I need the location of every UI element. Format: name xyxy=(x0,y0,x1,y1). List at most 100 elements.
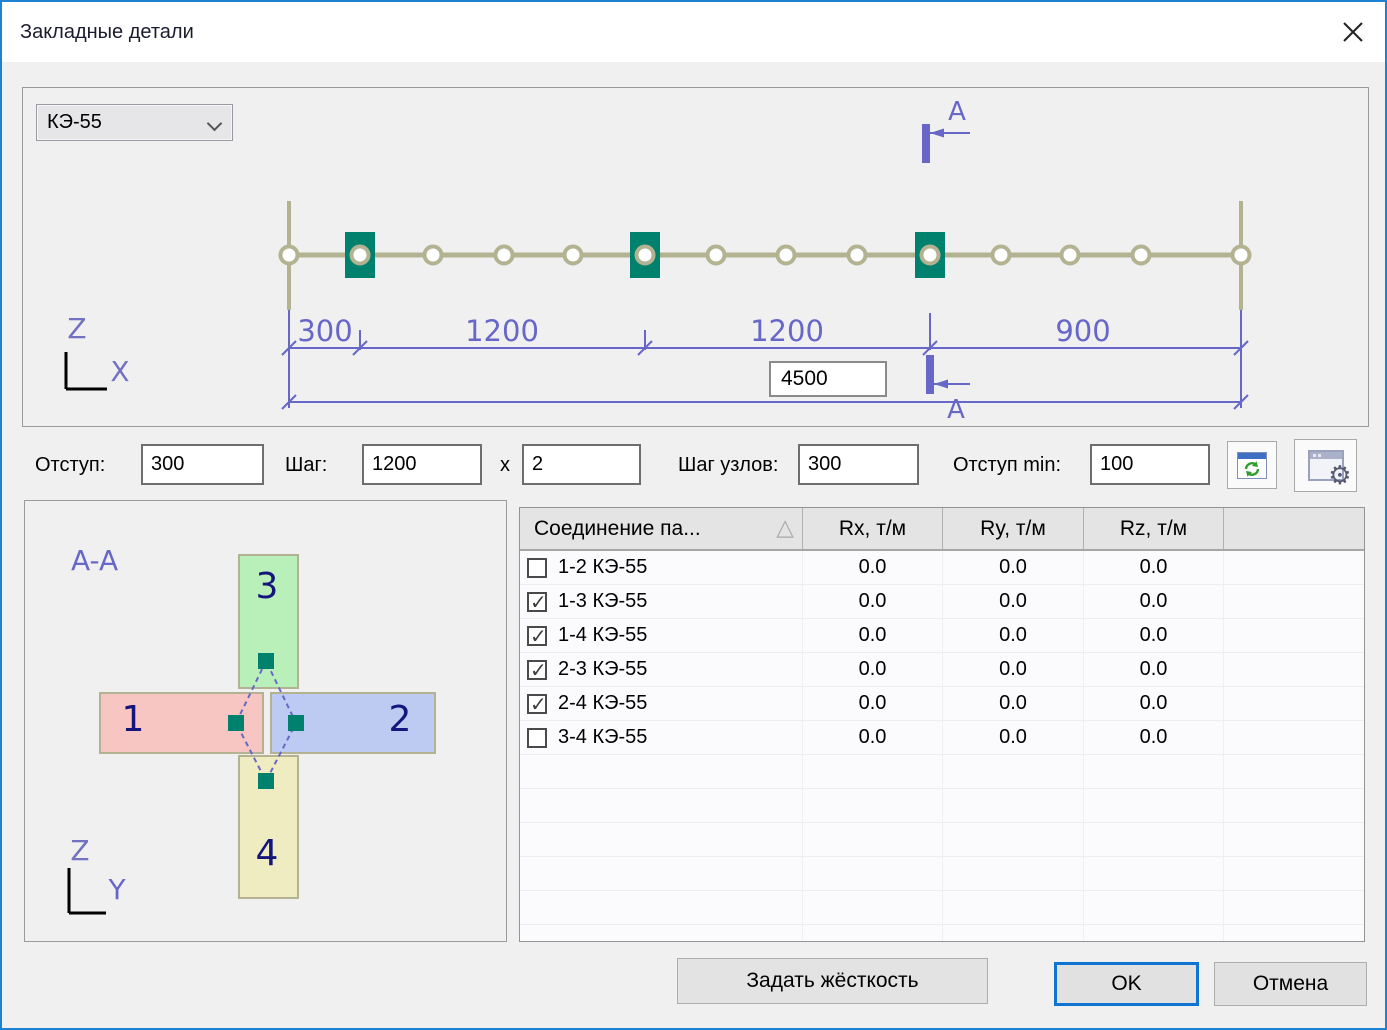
connection-name: 1-4 КЭ-55 xyxy=(558,624,647,647)
empty-row xyxy=(520,891,1364,925)
row-checkbox[interactable] xyxy=(527,592,547,612)
node-step-input[interactable] xyxy=(798,444,919,485)
rx-value: 0.0 xyxy=(803,653,943,686)
table-row[interactable]: 2-4 КЭ-55 0.0 0.0 0.0 xyxy=(520,687,1364,721)
total-length-input[interactable] xyxy=(769,361,887,397)
ry-value: 0.0 xyxy=(943,653,1084,686)
rx-value: 0.0 xyxy=(803,687,943,720)
axis-z-label-2: Z xyxy=(70,834,89,867)
table-row[interactable]: 2-3 КЭ-55 0.0 0.0 0.0 xyxy=(520,653,1364,687)
axis-y-label: Y xyxy=(107,873,126,906)
dim-segment-2: 1200 xyxy=(465,314,539,348)
set-stiffness-button[interactable]: Задать жёсткость xyxy=(677,958,988,1004)
table-row[interactable]: 1-4 КЭ-55 0.0 0.0 0.0 xyxy=(520,619,1364,653)
part-3-label: 3 xyxy=(256,566,279,607)
close-icon xyxy=(1340,19,1366,45)
section-mark-bottom: A xyxy=(926,355,970,425)
column-header-empty xyxy=(1224,508,1364,549)
empty-row xyxy=(520,823,1364,857)
times-label: x xyxy=(500,454,510,477)
ry-value: 0.0 xyxy=(943,619,1084,652)
ry-value: 0.0 xyxy=(943,585,1084,618)
connections-table: Соединение па... △ Rx, т/м Ry, т/м Rz, т… xyxy=(519,507,1365,942)
dialog-window: Закладные детали КЭ-55 xyxy=(0,0,1387,1030)
section-view-title: A-A xyxy=(71,544,118,577)
row-checkbox[interactable] xyxy=(527,558,547,578)
section-letter-bottom: A xyxy=(947,395,965,425)
close-button[interactable] xyxy=(1335,14,1371,50)
dim-segment-3: 1200 xyxy=(750,314,824,348)
part-2-label: 2 xyxy=(389,699,412,740)
step-label: Шаг: xyxy=(285,454,327,477)
rz-value: 0.0 xyxy=(1084,619,1224,652)
column-header-rz[interactable]: Rz, т/м xyxy=(1084,508,1224,549)
dialog-title: Закладные детали xyxy=(20,21,194,44)
rz-value: 0.0 xyxy=(1084,653,1224,686)
dim-segment-4: 900 xyxy=(1055,314,1110,348)
rz-value: 0.0 xyxy=(1084,551,1224,584)
rz-value: 0.0 xyxy=(1084,687,1224,720)
connection-name: 3-4 КЭ-55 xyxy=(558,726,647,749)
row-checkbox[interactable] xyxy=(527,694,547,714)
refresh-icon xyxy=(1241,460,1263,478)
title-bar: Закладные детали xyxy=(2,2,1385,62)
ry-value: 0.0 xyxy=(943,551,1084,584)
connection-name: 2-3 КЭ-55 xyxy=(558,658,647,681)
refresh-window-icon xyxy=(1237,452,1267,479)
cross-section-view: A-A 1 2 3 4 Z Y xyxy=(25,501,506,941)
column-header-connection-label: Соединение па... xyxy=(534,517,701,541)
empty-row xyxy=(520,789,1364,823)
offset-input[interactable] xyxy=(141,444,264,485)
rz-value: 0.0 xyxy=(1084,721,1224,754)
empty-row xyxy=(520,857,1364,891)
rx-value: 0.0 xyxy=(803,551,943,584)
axis-z-label: Z xyxy=(67,312,86,345)
offset-label: Отступ: xyxy=(35,454,105,477)
rx-value: 0.0 xyxy=(803,585,943,618)
element-type-select[interactable]: КЭ-55 xyxy=(36,104,233,141)
gear-icon: ⚙ xyxy=(1328,463,1351,489)
table-row[interactable]: 1-2 КЭ-55 0.0 0.0 0.0 xyxy=(520,551,1364,585)
zy-axis: Z Y xyxy=(69,834,126,913)
step-input[interactable] xyxy=(362,444,482,485)
row-checkbox[interactable] xyxy=(527,728,547,748)
settings-button[interactable]: ⚙ xyxy=(1294,439,1357,492)
rx-value: 0.0 xyxy=(803,721,943,754)
connection-name: 1-2 КЭ-55 xyxy=(558,556,647,579)
cross-section-panel: A-A 1 2 3 4 Z Y xyxy=(24,500,507,942)
refresh-button[interactable] xyxy=(1227,441,1277,489)
connection-name: 2-4 КЭ-55 xyxy=(558,692,647,715)
cancel-button[interactable]: Отмена xyxy=(1214,962,1367,1006)
section-letter-top: A xyxy=(948,97,966,127)
dim-segment-1: 300 xyxy=(297,314,352,348)
part-1-label: 1 xyxy=(122,699,145,740)
connection-name: 1-3 КЭ-55 xyxy=(558,590,647,613)
column-header-connection[interactable]: Соединение па... △ xyxy=(520,508,803,549)
ry-value: 0.0 xyxy=(943,721,1084,754)
chevron-down-icon xyxy=(209,116,222,129)
table-row[interactable]: 1-3 КЭ-55 0.0 0.0 0.0 xyxy=(520,585,1364,619)
ry-value: 0.0 xyxy=(943,687,1084,720)
column-header-ry[interactable]: Ry, т/м xyxy=(943,508,1084,549)
table-row[interactable]: 3-4 КЭ-55 0.0 0.0 0.0 xyxy=(520,721,1364,755)
ok-button[interactable]: OK xyxy=(1054,962,1199,1006)
empty-row xyxy=(520,925,1364,942)
times-input[interactable] xyxy=(522,444,641,485)
axis-x-label: X xyxy=(110,355,129,388)
node-step-label: Шаг узлов: xyxy=(678,454,778,477)
rz-value: 0.0 xyxy=(1084,585,1224,618)
rx-value: 0.0 xyxy=(803,619,943,652)
zx-axis: Z X xyxy=(66,312,130,389)
part-4-label: 4 xyxy=(256,833,279,874)
element-type-value: КЭ-55 xyxy=(47,111,209,134)
column-header-rx[interactable]: Rx, т/м xyxy=(803,508,943,549)
sort-ascending-icon: △ xyxy=(776,517,794,540)
settings-window-icon: ⚙ xyxy=(1308,450,1344,481)
offset-min-label: Отступ min: xyxy=(953,454,1061,477)
section-mark-top: A xyxy=(922,97,970,163)
row-checkbox[interactable] xyxy=(527,626,547,646)
offset-min-input[interactable] xyxy=(1090,444,1210,485)
beam-diagram-panel: КЭ-55 xyxy=(22,87,1369,427)
row-checkbox[interactable] xyxy=(527,660,547,680)
table-header: Соединение па... △ Rx, т/м Ry, т/м Rz, т… xyxy=(520,508,1364,551)
